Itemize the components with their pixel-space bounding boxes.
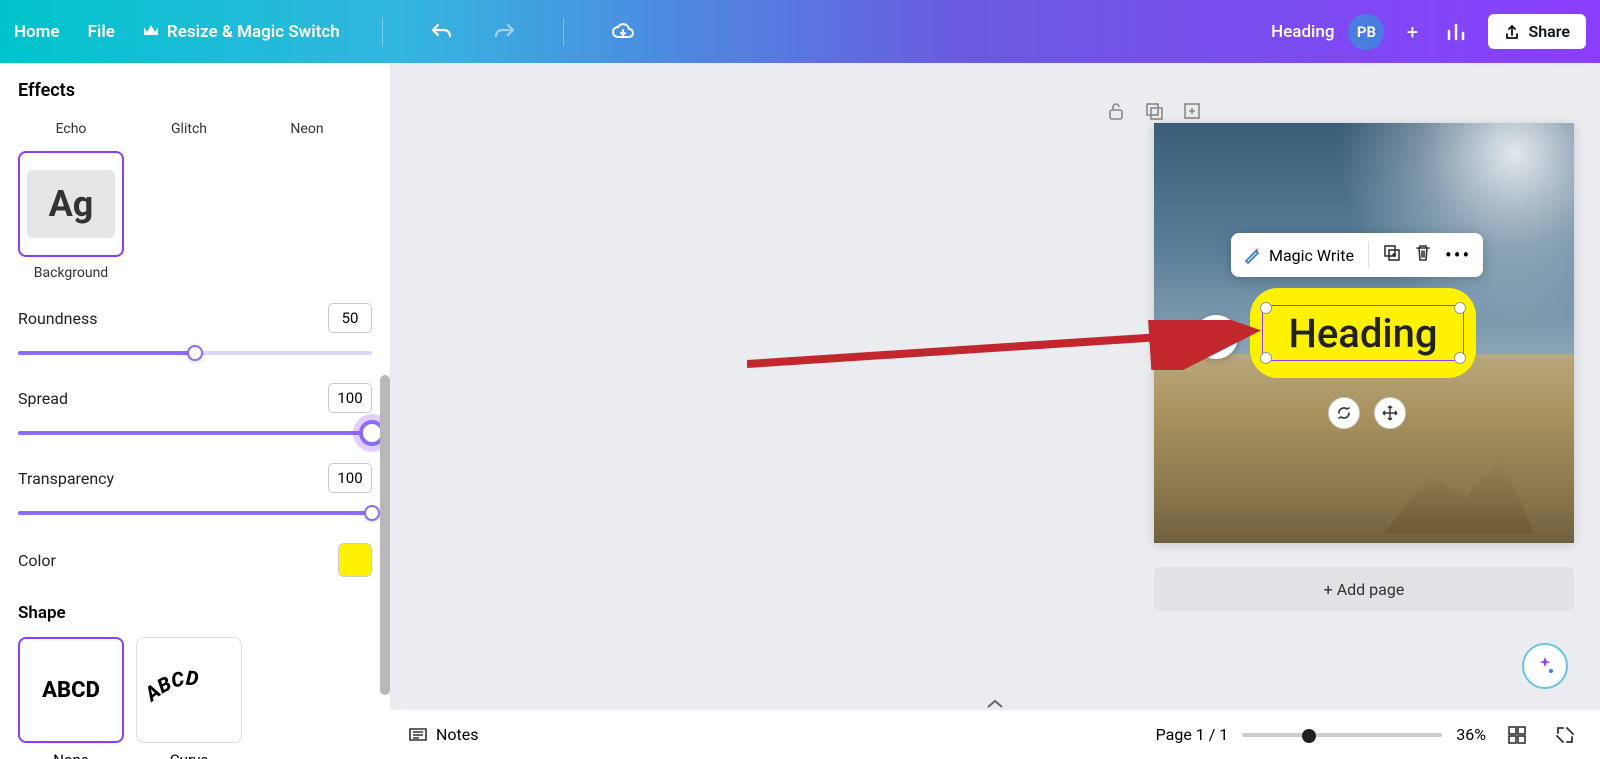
cloud-sync-icon[interactable]: [606, 15, 640, 49]
style-neon-label: Neon: [290, 121, 323, 137]
roundness-slider[interactable]: [18, 345, 372, 361]
top-bar: Home File Resize & Magic Switch Heading …: [0, 0, 1600, 63]
style-background-label: Background: [34, 265, 108, 281]
resize-handle[interactable]: [1454, 352, 1466, 364]
nav-resize-label: Resize & Magic Switch: [167, 22, 340, 42]
spread-input[interactable]: [328, 383, 372, 413]
insights-button[interactable]: [1440, 15, 1474, 49]
divider: [382, 18, 383, 46]
transparency-label: Transparency: [18, 469, 114, 488]
magic-write-label: Magic Write: [1269, 246, 1354, 265]
page-indicator[interactable]: Page 1 / 1: [1156, 725, 1229, 744]
magic-write-icon: [1243, 246, 1261, 264]
divider: [563, 18, 564, 46]
top-right: Heading PB + Share: [1271, 14, 1586, 50]
shape-none[interactable]: ABCD None: [18, 637, 124, 759]
fullscreen-button[interactable]: [1548, 718, 1582, 752]
zoom-slider[interactable]: [1242, 727, 1442, 743]
separator: [1368, 242, 1369, 268]
move-button[interactable]: [1374, 397, 1406, 429]
notes-icon: [408, 726, 428, 744]
sync-button[interactable]: [1328, 397, 1360, 429]
grid-view-button[interactable]: [1500, 718, 1534, 752]
shape-curve[interactable]: ABCD Curve: [136, 637, 242, 759]
color-label: Color: [18, 551, 56, 570]
design-title[interactable]: Heading: [1271, 22, 1334, 42]
effects-body: Echo Glitch Neon Ag Background Roundness: [0, 113, 390, 759]
style-background[interactable]: Ag Background: [18, 151, 124, 281]
crown-icon: [143, 22, 159, 42]
shape-curve-label: Curve: [136, 751, 242, 759]
color-control: Color: [18, 543, 372, 577]
transparency-control: Transparency: [18, 463, 372, 521]
undo-button[interactable]: [425, 15, 459, 49]
user-avatar[interactable]: PB: [1348, 14, 1384, 50]
nav-resize-magic[interactable]: Resize & Magic Switch: [143, 22, 340, 42]
style-glitch[interactable]: Glitch: [136, 113, 242, 137]
shape-none-sample: ABCD: [42, 678, 100, 703]
svg-text:+: +: [1221, 326, 1227, 337]
transparency-input[interactable]: [328, 463, 372, 493]
style-glitch-label: Glitch: [171, 121, 207, 137]
notes-button[interactable]: Notes: [408, 725, 479, 744]
roundness-input[interactable]: [328, 303, 372, 333]
more-button[interactable]: •••: [1445, 243, 1471, 267]
magic-write-button[interactable]: Magic Write: [1243, 246, 1354, 265]
page-lock-icon[interactable]: [1104, 99, 1128, 123]
nav-file[interactable]: File: [88, 22, 115, 42]
resize-handle[interactable]: [1454, 302, 1466, 314]
floating-toolbar: Magic Write •••: [1231, 233, 1483, 277]
svg-text:ABCD: ABCD: [144, 666, 200, 707]
style-echo-label: Echo: [56, 121, 87, 137]
top-left: Home File Resize & Magic Switch: [14, 15, 640, 49]
element-tools: [1328, 397, 1406, 429]
add-member-button[interactable]: +: [1398, 18, 1426, 46]
notes-label: Notes: [436, 725, 479, 744]
effects-title: Effects: [0, 63, 390, 113]
roundness-control: Roundness: [18, 303, 372, 361]
spread-slider[interactable]: [18, 425, 372, 441]
add-page-icon[interactable]: [1180, 99, 1204, 123]
spread-label: Spread: [18, 389, 68, 408]
duplicate-page-icon[interactable]: [1142, 99, 1166, 123]
style-neon[interactable]: Neon: [254, 113, 360, 137]
effects-panel: Effects Echo Glitch Neon Ag Background R…: [0, 63, 390, 759]
nav-home[interactable]: Home: [14, 22, 60, 42]
share-label: Share: [1528, 22, 1570, 41]
page-tools: [1104, 99, 1204, 123]
sidebar-scrollbar[interactable]: [380, 115, 390, 709]
style-background-sample: Ag: [27, 170, 115, 237]
spread-control: Spread: [18, 383, 372, 441]
color-swatch[interactable]: [338, 543, 372, 577]
canvas-area[interactable]: Magic Write ••• Heading + + Add page: [390, 63, 1600, 759]
add-page-button[interactable]: + Add page: [1154, 567, 1574, 611]
resize-handle[interactable]: [1260, 352, 1272, 364]
redo-button[interactable]: [487, 15, 521, 49]
shape-none-label: None: [18, 751, 124, 759]
ai-suggest-button[interactable]: +: [1194, 315, 1238, 359]
resize-handle[interactable]: [1260, 302, 1272, 314]
bottom-bar: Notes Page 1 / 1 36%: [390, 709, 1600, 759]
duplicate-button[interactable]: [1383, 244, 1401, 266]
main: Effects Echo Glitch Neon Ag Background R…: [0, 63, 1600, 759]
roundness-label: Roundness: [18, 309, 98, 328]
delete-button[interactable]: [1415, 244, 1431, 266]
share-button[interactable]: Share: [1488, 14, 1586, 49]
upload-icon: [1504, 24, 1520, 40]
transparency-slider[interactable]: [18, 505, 372, 521]
style-background-thumb[interactable]: Ag: [18, 151, 124, 257]
text-element[interactable]: Heading: [1250, 288, 1476, 378]
assistant-fab[interactable]: [1522, 643, 1568, 689]
shape-section-title: Shape: [18, 603, 372, 623]
selection-outline: [1262, 305, 1464, 361]
style-echo[interactable]: Echo: [18, 113, 124, 137]
zoom-value[interactable]: 36%: [1456, 725, 1486, 744]
